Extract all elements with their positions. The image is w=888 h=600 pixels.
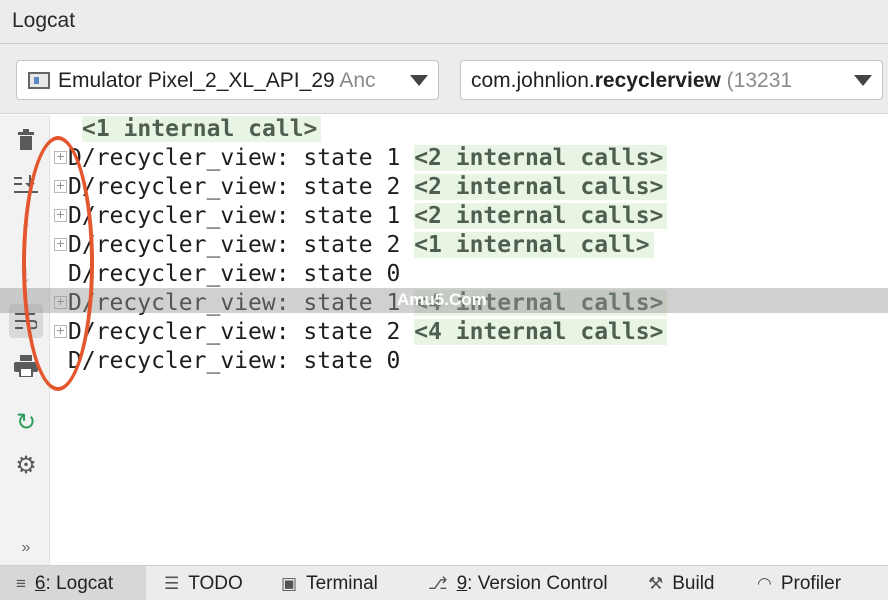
folded-calls[interactable]: <2 internal calls> <box>414 174 668 200</box>
trash-icon[interactable] <box>9 123 43 157</box>
annotation-ellipse <box>22 136 94 391</box>
gauge-icon: ◠ <box>757 573 772 593</box>
folded-calls[interactable]: <2 internal calls> <box>414 145 668 171</box>
device-label-suffix: Anc <box>339 69 376 92</box>
tab-version-control[interactable]: ⎇ 9: Version Control <box>412 566 630 600</box>
log-message: D/recycler_view: state 2 <box>68 232 415 258</box>
log-message: D/recycler_view: state 2 <box>68 174 415 200</box>
tab-label: TODO <box>188 572 243 594</box>
folded-calls[interactable]: <2 internal calls> <box>414 203 668 229</box>
vcs-icon: ⎇ <box>428 573 448 593</box>
tab-logcat[interactable]: ≡ 6: Logcat <box>0 566 146 600</box>
log-message: D/recycler_view: state 0 <box>68 261 401 287</box>
folded-calls[interactable]: <1 internal call> <box>82 116 322 142</box>
device-selector[interactable]: Emulator Pixel_2_XL_API_29 Anc <box>16 60 439 100</box>
log-output[interactable]: <1 internal call> + D/recycler_view: stat… <box>51 115 888 565</box>
restart-icon[interactable]: ↻ <box>9 405 43 439</box>
tab-label: Build <box>672 572 715 594</box>
chevron-down-icon[interactable] <box>410 75 428 86</box>
process-selector[interactable]: com.johnlion.recyclerview (13231 <box>460 60 883 100</box>
todo-icon: ☰ <box>164 573 180 593</box>
tab-todo[interactable]: ☰ TODO <box>148 566 263 600</box>
tab-build[interactable]: ⚒ Build <box>632 566 739 600</box>
tab-profiler[interactable]: ◠ Profiler <box>741 566 859 600</box>
folded-calls[interactable]: <4 internal calls> <box>414 319 668 345</box>
process-id: (13231 <box>720 69 793 92</box>
terminal-icon: ▣ <box>281 573 298 593</box>
process-prefix: com.johnlion. <box>471 69 595 92</box>
watermark: Amu5.Com <box>397 290 487 309</box>
tab-label: Terminal <box>306 572 378 594</box>
tab-terminal[interactable]: ▣ Terminal <box>265 566 410 600</box>
device-icon <box>28 72 50 89</box>
title-bar: Logcat <box>0 0 888 44</box>
logcat-icon: ≡ <box>16 573 26 593</box>
gear-icon[interactable]: ⚙ <box>9 448 43 482</box>
tab-label: Profiler <box>780 572 842 594</box>
folded-calls[interactable]: <1 internal call> <box>414 232 654 258</box>
chevron-down-icon[interactable] <box>854 75 872 86</box>
tab-label: : Logcat <box>45 572 114 594</box>
device-label: Emulator Pixel_2_XL_API_29 <box>58 69 335 92</box>
window-title: Logcat <box>12 9 76 32</box>
selector-row: Emulator Pixel_2_XL_API_29 Anc com.johnl… <box>0 44 888 114</box>
log-message: D/recycler_view: state 1 <box>68 145 415 171</box>
hammer-icon: ⚒ <box>648 573 664 593</box>
tab-mnemonic: 6 <box>34 572 46 594</box>
tab-label: : Version Control <box>467 572 608 594</box>
log-message: D/recycler_view: state 1 <box>68 203 415 229</box>
log-message: D/recycler_view: state 0 <box>68 348 401 374</box>
more-icon[interactable]: » <box>9 531 43 565</box>
log-message: D/recycler_view: state 2 <box>68 319 415 345</box>
process-name: recyclerview <box>594 69 721 92</box>
tool-window-bar: ≡ 6: Logcat ☰ TODO ▣ Terminal ⎇ 9: Version Cont… <box>0 565 888 600</box>
tab-mnemonic: 9 <box>456 572 468 594</box>
